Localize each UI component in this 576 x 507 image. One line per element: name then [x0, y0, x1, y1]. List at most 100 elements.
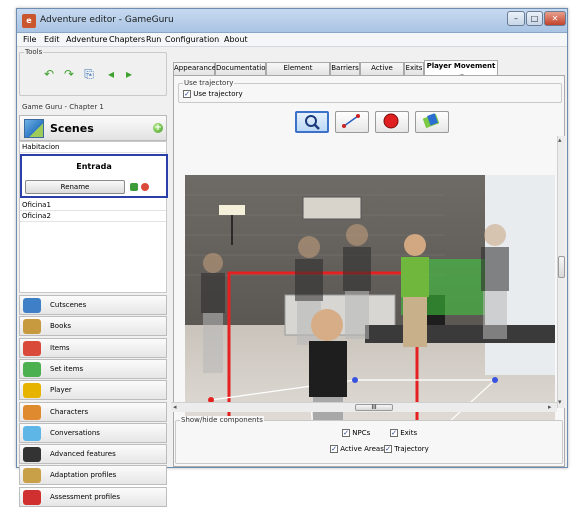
npcs-row[interactable]: ✓ NPCs — [342, 429, 370, 437]
category-assessment-profiles[interactable]: Assessment profiles — [19, 486, 167, 507]
zoom-tool-button[interactable] — [295, 111, 329, 133]
draw-line-icon — [342, 114, 360, 128]
use-trajectory-legend: Use trajectory — [183, 79, 235, 87]
trajectory-row[interactable]: ✓ Trajectory — [384, 445, 429, 453]
trajectory-label: Trajectory — [394, 445, 429, 453]
left-panel: Tools ↶ ↷ ⎘ ◂ ▸ Game Guru - Chapter 1 Sc… — [19, 48, 169, 507]
npcs-checkbox[interactable]: ✓ — [342, 429, 350, 437]
draw-line-tool-button[interactable] — [335, 111, 369, 133]
use-trajectory-checkbox[interactable]: ✓ — [183, 90, 191, 98]
menu-file[interactable]: File — [23, 35, 36, 44]
list-item-selected[interactable]: Entrada Rename — [20, 154, 168, 198]
menu-about[interactable]: About — [224, 35, 248, 44]
tab-player-movement[interactable]: Player Movement ? — [424, 60, 498, 81]
scroll-right-icon[interactable]: ▸ — [548, 403, 552, 411]
menu-configuration[interactable]: Configuration — [165, 35, 219, 44]
advanced-features-icon — [23, 447, 41, 463]
editor-window: e Adventure editor - GameGuru – □ ✕ File… — [16, 8, 568, 507]
chapter-label: Game Guru - Chapter 1 — [22, 103, 104, 111]
tab-bar: Appearance Documentation Element referen… — [173, 60, 565, 83]
forward-arrow-icon[interactable]: ▸ — [122, 67, 136, 81]
category-label: Cutscenes — [50, 301, 87, 309]
list-item-habitacion[interactable]: Habitacion — [20, 142, 166, 153]
vertical-scroll-thumb[interactable] — [558, 256, 565, 278]
desk — [365, 325, 555, 343]
search-icon[interactable]: ⎘ — [82, 67, 96, 81]
scene-list: Habitacion Entrada Rename Oficina1 Ofici… — [19, 141, 168, 293]
scroll-up-icon[interactable]: ▴ — [558, 136, 562, 144]
exits-checkbox[interactable]: ✓ — [390, 429, 398, 437]
scene-preview[interactable] — [185, 175, 555, 455]
add-node-icon — [383, 113, 399, 129]
scroll-left-icon[interactable]: ◂ — [173, 403, 177, 411]
close-button[interactable]: ✕ — [544, 11, 566, 26]
active-areas-checkbox[interactable]: ✓ — [330, 445, 338, 453]
category-label: Set items — [50, 364, 84, 373]
characters-icon — [23, 404, 41, 420]
menu-chapters[interactable]: Chapters — [109, 35, 145, 44]
minimize-button[interactable]: – — [507, 11, 525, 26]
horizontal-scroll-thumb[interactable]: III — [355, 404, 393, 411]
category-label: Characters — [50, 407, 89, 416]
category-label: Conversations — [50, 428, 100, 437]
category-player[interactable]: Player — [19, 380, 167, 401]
vertical-scrollbar[interactable]: ▴ ▾ — [557, 136, 565, 408]
category-set-items[interactable]: Set items — [19, 358, 167, 379]
trajectory-node-2[interactable] — [352, 377, 358, 383]
scene-canvas[interactable] — [185, 175, 555, 455]
category-label: Advanced features — [50, 450, 116, 459]
items-icon — [23, 340, 41, 356]
menu-bar: File Edit Adventure Chapters Run Configu… — [17, 33, 567, 47]
use-trajectory-label: Use trajectory — [193, 90, 243, 98]
use-trajectory-row[interactable]: ✓ Use trajectory — [183, 90, 243, 98]
horizontal-scrollbar[interactable]: ◂ III ▸ — [171, 402, 557, 412]
back-arrow-icon[interactable]: ◂ — [104, 67, 118, 81]
tab-exits[interactable]: Exits — [404, 62, 424, 75]
menu-adventure[interactable]: Adventure — [66, 35, 107, 44]
category-advanced-features[interactable]: Advanced features — [19, 444, 167, 465]
tab-appearance[interactable]: Appearance — [173, 62, 216, 75]
tab-element-references[interactable]: Element references — [266, 62, 330, 83]
conversations-icon — [23, 425, 41, 441]
list-item-oficina2[interactable]: Oficina2 — [20, 211, 166, 222]
scenes-header-label: Scenes — [50, 122, 94, 135]
category-books[interactable]: Books — [19, 316, 167, 337]
menu-run[interactable]: Run — [146, 35, 161, 44]
add-scene-icon[interactable]: + — [153, 123, 163, 133]
category-characters[interactable]: Characters — [19, 401, 167, 422]
wall-picture — [302, 196, 362, 220]
exits-label: Exits — [400, 429, 418, 437]
window-title: Adventure editor - GameGuru — [40, 15, 174, 25]
tab-barriers[interactable]: Barriers — [330, 62, 360, 75]
trajectory-node-3[interactable] — [492, 377, 498, 383]
maximize-button[interactable]: □ — [526, 11, 543, 26]
category-conversations[interactable]: Conversations — [19, 422, 167, 443]
redo-icon[interactable]: ↷ — [62, 67, 76, 81]
add-node-tool-button[interactable] — [375, 111, 409, 133]
scenes-header[interactable]: Scenes + — [19, 115, 167, 141]
duplicate-icon[interactable] — [130, 183, 138, 191]
exits-row[interactable]: ✓ Exits — [390, 429, 417, 437]
scroll-down-icon[interactable]: ▾ — [558, 398, 562, 406]
tab-active-areas[interactable]: Active areas — [360, 62, 404, 83]
lamp — [219, 205, 245, 215]
delete-icon[interactable] — [141, 183, 149, 191]
undo-icon[interactable]: ↶ — [42, 67, 56, 81]
category-cutscenes[interactable]: Cutscenes — [19, 295, 167, 315]
category-label: Assessment profiles — [50, 492, 120, 501]
zoom-icon — [305, 115, 320, 130]
tools-group: Tools ↶ ↷ ⎘ ◂ ▸ — [19, 48, 167, 96]
category-adaptation-profiles[interactable]: Adaptation profiles — [19, 465, 167, 486]
trajectory-checkbox[interactable]: ✓ — [384, 445, 392, 453]
tab-documentation[interactable]: Documentation — [215, 62, 270, 75]
books-icon — [23, 319, 41, 335]
eraser-tool-button[interactable] — [415, 111, 449, 133]
cutscenes-icon — [23, 298, 41, 313]
rename-button[interactable]: Rename — [25, 180, 125, 194]
title-bar[interactable]: e Adventure editor - GameGuru – □ ✕ — [17, 9, 567, 33]
active-areas-row[interactable]: ✓ Active Areas — [330, 445, 384, 453]
category-items[interactable]: Items — [19, 337, 167, 358]
list-item-oficina1[interactable]: Oficina1 — [20, 200, 166, 211]
scenes-icon — [24, 119, 44, 138]
menu-edit[interactable]: Edit — [44, 35, 60, 44]
